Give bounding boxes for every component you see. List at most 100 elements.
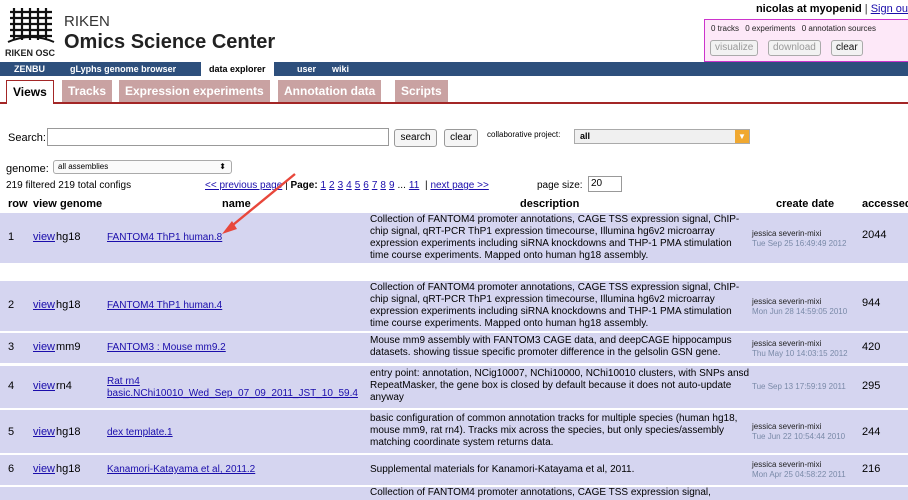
col-view[interactable]: view xyxy=(33,198,57,210)
row-date: Tue Sep 25 16:49:49 2012 xyxy=(752,239,847,248)
row-date: Tue Sep 13 17:59:19 2011 xyxy=(752,382,846,391)
search-label: Search: xyxy=(8,132,46,144)
row-genome: hg18 xyxy=(56,426,81,438)
page-link-5[interactable]: 5 xyxy=(355,180,361,191)
row-creator: jessica severin-mixi xyxy=(752,297,822,306)
row-description: Collection of FANTOM4 promoter annotatio… xyxy=(370,282,740,329)
row-date: Mon Apr 25 04:58:22 2011 xyxy=(752,470,846,479)
row-date: Mon Jun 28 14:59:05 2010 xyxy=(752,307,848,316)
col-row[interactable]: row xyxy=(8,198,28,210)
row-name-link[interactable]: dex template.1 xyxy=(107,427,365,439)
page-link-3[interactable]: 3 xyxy=(338,180,344,191)
table-row: 3 view mm9 FANTOM3 : Mouse mm9.2 Mouse m… xyxy=(0,333,908,363)
cart-annotation-count: 0 annotation sources xyxy=(801,24,877,33)
page-link-1[interactable]: 1 xyxy=(320,180,326,191)
download-button[interactable]: download xyxy=(768,40,821,56)
row-number: 4 xyxy=(8,380,15,392)
row-creator: jessica severin-mixi xyxy=(752,422,822,431)
page-link-9[interactable]: 9 xyxy=(389,180,395,191)
view-link[interactable]: view xyxy=(33,299,55,311)
view-link[interactable]: view xyxy=(33,380,55,392)
row-name-link[interactable]: FANTOM3 : Mouse mm9.2 xyxy=(107,342,365,354)
row-number: 2 xyxy=(8,299,15,311)
col-name[interactable]: name xyxy=(222,198,251,210)
prev-page-link[interactable]: << previous page xyxy=(205,180,282,191)
filter-count: 219 filtered 219 total configs xyxy=(6,180,132,191)
table-row: 6 view hg18 Kanamori-Katayama et al, 201… xyxy=(0,455,908,485)
username: nicolas at myopenid xyxy=(755,3,862,15)
table-row: 5 view hg18 dex template.1 basic configu… xyxy=(0,410,908,453)
view-link[interactable]: view xyxy=(33,463,55,475)
row-accessed: 420 xyxy=(862,341,881,353)
col-create-date[interactable]: create date xyxy=(776,198,834,210)
row-description: Supplemental materials for Kanamori-Kata… xyxy=(370,464,635,475)
table-row: 2 view hg18 FANTOM4 ThP1 human.4 Collect… xyxy=(0,281,908,331)
page-link-8[interactable]: 8 xyxy=(380,180,386,191)
row-date: Thu May 10 14:03:15 2012 xyxy=(752,349,848,358)
search-button[interactable]: search xyxy=(394,129,437,147)
page-link-11[interactable]: 11 xyxy=(409,180,419,191)
next-page-link[interactable]: next page >> xyxy=(430,180,488,191)
row-number: 6 xyxy=(8,463,15,475)
cart-clear-button[interactable]: clear xyxy=(831,40,863,56)
row-accessed: 244 xyxy=(862,426,881,438)
col-accessed[interactable]: accessed xyxy=(862,198,908,210)
cart-tracks-count: 0 tracks xyxy=(711,24,740,33)
row-accessed: 944 xyxy=(862,297,881,309)
view-link[interactable]: view xyxy=(33,341,55,353)
table-header: row view genome name description create … xyxy=(0,197,908,213)
tab-scripts[interactable]: Scripts xyxy=(395,80,448,102)
row-name-link[interactable]: Kanamori-Katayama et al, 2011.2 xyxy=(107,464,365,476)
select-arrows-icon: ⬍ xyxy=(219,162,226,171)
pager-separator-2: | xyxy=(425,180,428,191)
genome-select-value: all assemblies xyxy=(58,162,109,171)
tab-annotation-data[interactable]: Annotation data xyxy=(278,80,382,102)
genome-select[interactable]: all assemblies ⬍ xyxy=(53,160,232,174)
site-title: Omics Science Center xyxy=(64,31,276,53)
search-input[interactable] xyxy=(47,128,389,146)
row-name-link[interactable]: FANTOM4 ThP1 human.8 xyxy=(107,232,365,244)
page-link-6[interactable]: 6 xyxy=(363,180,369,191)
page-link-2[interactable]: 2 xyxy=(329,180,335,191)
col-genome[interactable]: genome xyxy=(60,198,102,210)
row-genome: mm9 xyxy=(56,341,81,353)
col-description[interactable]: description xyxy=(520,198,579,210)
table-row: Collection of FANTOM4 promoter annotatio… xyxy=(0,487,908,500)
page-size-input[interactable]: 20 xyxy=(588,176,622,192)
search-clear-button[interactable]: clear xyxy=(444,129,478,147)
row-description: entry point: annotation, NCig10007, NChi… xyxy=(370,368,750,403)
row-date: Tue Jun 22 10:54:44 2010 xyxy=(752,432,846,441)
view-link[interactable]: view xyxy=(33,231,55,243)
page-link-7[interactable]: 7 xyxy=(372,180,378,191)
view-link[interactable]: view xyxy=(33,426,55,438)
row-name-link[interactable]: FANTOM4 ThP1 human.4 xyxy=(107,300,365,312)
nav-zenbu[interactable]: ZENBU xyxy=(6,62,53,76)
row-genome: rn4 xyxy=(56,380,72,392)
row-genome: hg18 xyxy=(56,231,81,243)
collab-project-value: all xyxy=(580,131,591,141)
row-creator: jessica severin-mixi xyxy=(752,229,822,238)
genome-label: genome: xyxy=(6,163,49,175)
row-description: basic configuration of common annotation… xyxy=(370,413,738,448)
row-creator: jessica severin-mixi xyxy=(752,460,822,469)
riken-logo: RIKEN OSC RIKEN Omics Science Center xyxy=(4,4,304,60)
user-line: nicolas at myopenid | Sign ou xyxy=(756,3,908,15)
nav-wiki[interactable]: wiki xyxy=(324,62,357,76)
tab-expression-experiments[interactable]: Expression experiments xyxy=(119,80,270,102)
collab-project-select[interactable]: all ▼ xyxy=(574,129,750,144)
sub-nav: Views Tracks Expression experiments Anno… xyxy=(0,77,908,104)
tab-views[interactable]: Views xyxy=(6,80,54,104)
logo-subtext: RIKEN OSC xyxy=(5,48,56,58)
nav-data-explorer[interactable]: data explorer xyxy=(201,62,274,77)
page-link-4[interactable]: 4 xyxy=(346,180,352,191)
nav-glyphs-browser[interactable]: gLyphs genome browser xyxy=(62,62,184,76)
visualize-button[interactable]: visualize xyxy=(710,40,759,56)
row-genome: hg18 xyxy=(56,463,81,475)
tab-tracks[interactable]: Tracks xyxy=(62,80,113,102)
user-separator: | xyxy=(864,3,868,15)
nav-user[interactable]: user xyxy=(289,62,324,76)
row-name-link[interactable]: Rat rn4 basic.NChi10010_Wed_Sep_07_09_20… xyxy=(107,376,365,400)
signout-link[interactable]: Sign ou xyxy=(871,3,908,15)
row-description: Collection of FANTOM4 promoter annotatio… xyxy=(370,487,711,498)
cart-experiments-count: 0 experiments xyxy=(745,24,796,33)
